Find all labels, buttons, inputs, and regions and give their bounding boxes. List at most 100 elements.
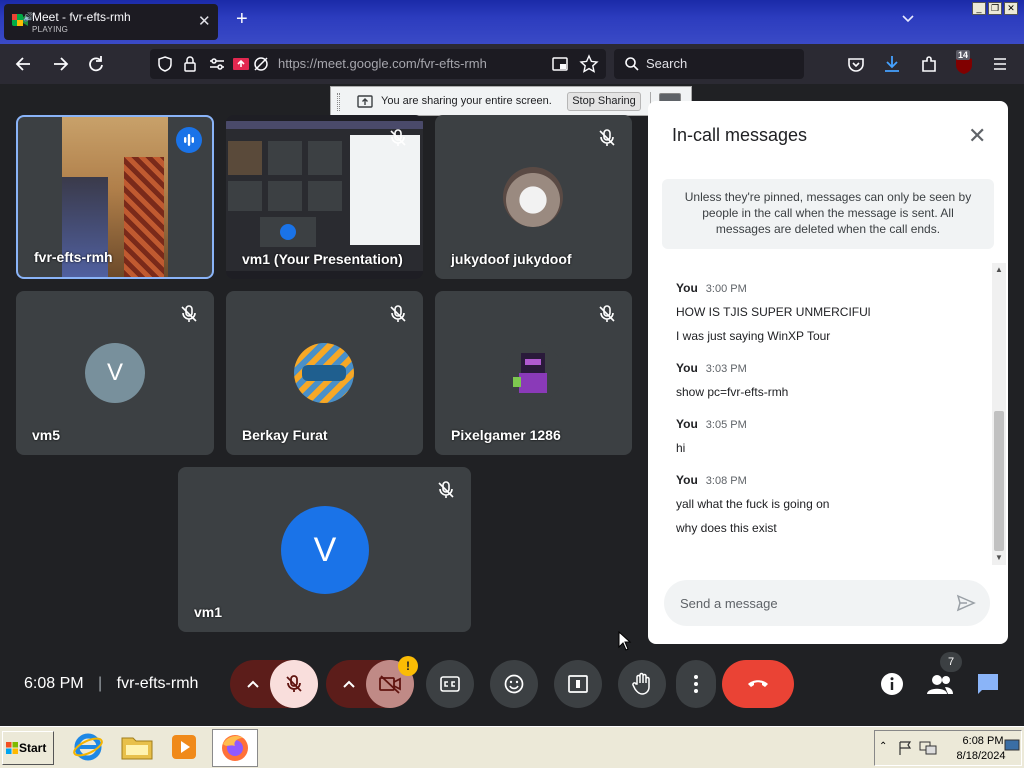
- leave-call-button[interactable]: [722, 660, 794, 708]
- list-all-tabs-icon[interactable]: [900, 10, 916, 26]
- emoji-smile-icon: [503, 673, 525, 695]
- back-arrow-icon[interactable]: [13, 53, 35, 75]
- permissions-icon[interactable]: [208, 56, 226, 72]
- scroll-down-arrow-icon[interactable]: ▼: [995, 553, 1003, 562]
- start-button[interactable]: Start: [2, 731, 54, 765]
- tracking-protection-shield-icon[interactable]: [156, 55, 174, 73]
- ublock-extension-icon[interactable]: 14: [953, 50, 975, 76]
- chat-bubble-icon[interactable]: [976, 672, 1000, 696]
- people-icon[interactable]: [926, 672, 954, 696]
- mic-muted-icon: [387, 303, 409, 325]
- pocket-icon[interactable]: [845, 53, 867, 75]
- window-restore-button[interactable]: ❐: [988, 2, 1002, 15]
- stop-sharing-button[interactable]: Stop Sharing: [567, 92, 641, 111]
- send-message-input[interactable]: Send a message: [664, 580, 990, 626]
- message-time: 3:05 PM: [705, 419, 747, 431]
- pixel-character-avatar: [503, 343, 563, 403]
- speaking-indicator-icon: [176, 127, 202, 153]
- extensions-puzzle-icon[interactable]: [918, 53, 940, 75]
- participant-tile-presentation[interactable]: vm1 (Your Presentation): [226, 115, 423, 279]
- reactions-button[interactable]: [490, 660, 538, 708]
- close-chat-icon[interactable]: ✕: [968, 123, 986, 149]
- participant-name: vm5: [32, 427, 61, 443]
- new-tab-button[interactable]: +: [236, 8, 248, 31]
- lock-icon[interactable]: [182, 55, 198, 73]
- audio-options-chevron-icon[interactable]: [244, 676, 262, 692]
- participant-name: jukydoof jukydoof: [451, 251, 572, 267]
- hang-up-phone-icon: [746, 676, 770, 692]
- downloads-icon[interactable]: [881, 53, 903, 75]
- firefox-icon: [219, 732, 251, 764]
- participant-tile-fvr-efts-rmh[interactable]: fvr-efts-rmh: [16, 115, 214, 279]
- more-options-button[interactable]: [676, 660, 716, 708]
- participant-name: vm1: [194, 604, 223, 620]
- picture-in-picture-icon[interactable]: [551, 55, 569, 73]
- forward-arrow-icon[interactable]: [49, 53, 71, 75]
- share-banner-text: You are sharing your entire screen.: [381, 95, 552, 107]
- meeting-details-info-icon[interactable]: [880, 672, 904, 696]
- bookmark-star-icon[interactable]: [579, 54, 599, 74]
- browser-tab-meet[interactable]: 🔊 Meet - fvr-efts-rmh PLAYING ✕: [4, 4, 218, 40]
- system-tray: ⌃ 6:08 PM 8/18/2024: [874, 730, 1022, 766]
- camera-blocked-icon[interactable]: [252, 55, 270, 73]
- show-hidden-icons-icon[interactable]: ⌃: [879, 741, 887, 752]
- screen-share-banner: You are sharing your entire screen. Stop…: [330, 86, 692, 116]
- hamburger-menu-icon[interactable]: [989, 53, 1011, 75]
- search-icon: [624, 56, 640, 72]
- meeting-clock-and-code: 6:08 PM | fvr-efts-rmh: [24, 675, 198, 693]
- send-icon[interactable]: [956, 593, 976, 613]
- chat-panel-title: In-call messages: [672, 125, 808, 145]
- raise-hand-icon: [631, 672, 653, 696]
- url-text[interactable]: https://meet.google.com/fvr-efts-rmh: [278, 56, 487, 71]
- media-player-icon[interactable]: [168, 732, 200, 762]
- action-center-flag-icon[interactable]: [897, 740, 913, 756]
- network-icon[interactable]: [919, 740, 937, 756]
- search-bar[interactable]: Search: [614, 49, 804, 79]
- scrollbar-thumb[interactable]: [994, 411, 1004, 551]
- search-placeholder: Search: [646, 56, 688, 71]
- share-screen-icon: [357, 94, 373, 110]
- screen-sharing-indicator-icon[interactable]: [232, 55, 250, 73]
- closed-captions-icon: [439, 674, 461, 694]
- separator: |: [98, 675, 103, 692]
- window-minimize-button[interactable]: _: [972, 2, 986, 15]
- reload-icon[interactable]: [85, 53, 107, 75]
- mic-muted-icon: [435, 479, 457, 501]
- message-sender: You: [676, 281, 698, 295]
- show-desktop-icon[interactable]: [1004, 739, 1020, 753]
- message-time: 3:03 PM: [705, 363, 747, 375]
- camera-warning-badge: !: [398, 656, 418, 676]
- drag-handle-icon[interactable]: [337, 93, 340, 111]
- tab-title: Meet - fvr-efts-rmh: [32, 10, 131, 24]
- initial-avatar: V: [85, 343, 145, 403]
- message-text: yall what the fuck is going on: [676, 497, 830, 511]
- chat-message: You 3:05 PM hi: [676, 417, 988, 455]
- url-bar[interactable]: https://meet.google.com/fvr-efts-rmh: [150, 49, 606, 79]
- mouse-cursor-icon: [618, 631, 632, 651]
- message-text: show pc=fvr-efts-rmh: [676, 385, 789, 399]
- raise-hand-button[interactable]: [618, 660, 666, 708]
- file-explorer-folder-icon[interactable]: [120, 732, 154, 762]
- chat-message: You 3:08 PM yall what the fuck is going o…: [676, 473, 988, 535]
- scroll-up-arrow-icon[interactable]: ▲: [995, 265, 1003, 274]
- internet-explorer-icon[interactable]: [72, 731, 104, 763]
- captions-button[interactable]: [426, 660, 474, 708]
- message-time: 3:00 PM: [705, 283, 747, 295]
- participant-name: Pixelgamer 1286: [451, 427, 561, 443]
- participant-tile-pixelgamer-1286[interactable]: Pixelgamer 1286: [435, 291, 632, 455]
- present-now-button[interactable]: [554, 660, 602, 708]
- participant-tile-vm1[interactable]: V vm1: [178, 467, 471, 632]
- message-text: hi: [676, 441, 686, 455]
- participant-tile-berkay-furat[interactable]: Berkay Furat: [226, 291, 423, 455]
- chat-scrollbar[interactable]: ▲ ▼: [992, 263, 1006, 565]
- in-call-messages-panel: In-call messages ✕ Unless they're pinned…: [648, 101, 1008, 644]
- mic-muted-icon: [178, 303, 200, 325]
- firefox-taskbar-button[interactable]: [212, 729, 258, 767]
- participant-tile-vm5[interactable]: V vm5: [16, 291, 214, 455]
- mic-toggle-button[interactable]: [270, 660, 318, 708]
- window-close-button[interactable]: ✕: [1004, 2, 1018, 15]
- meeting-code: fvr-efts-rmh: [116, 675, 199, 692]
- participant-tile-jukydoof[interactable]: jukydoof jukydoof: [435, 115, 632, 279]
- video-options-chevron-icon[interactable]: [340, 676, 358, 692]
- close-tab-icon[interactable]: ✕: [198, 12, 211, 30]
